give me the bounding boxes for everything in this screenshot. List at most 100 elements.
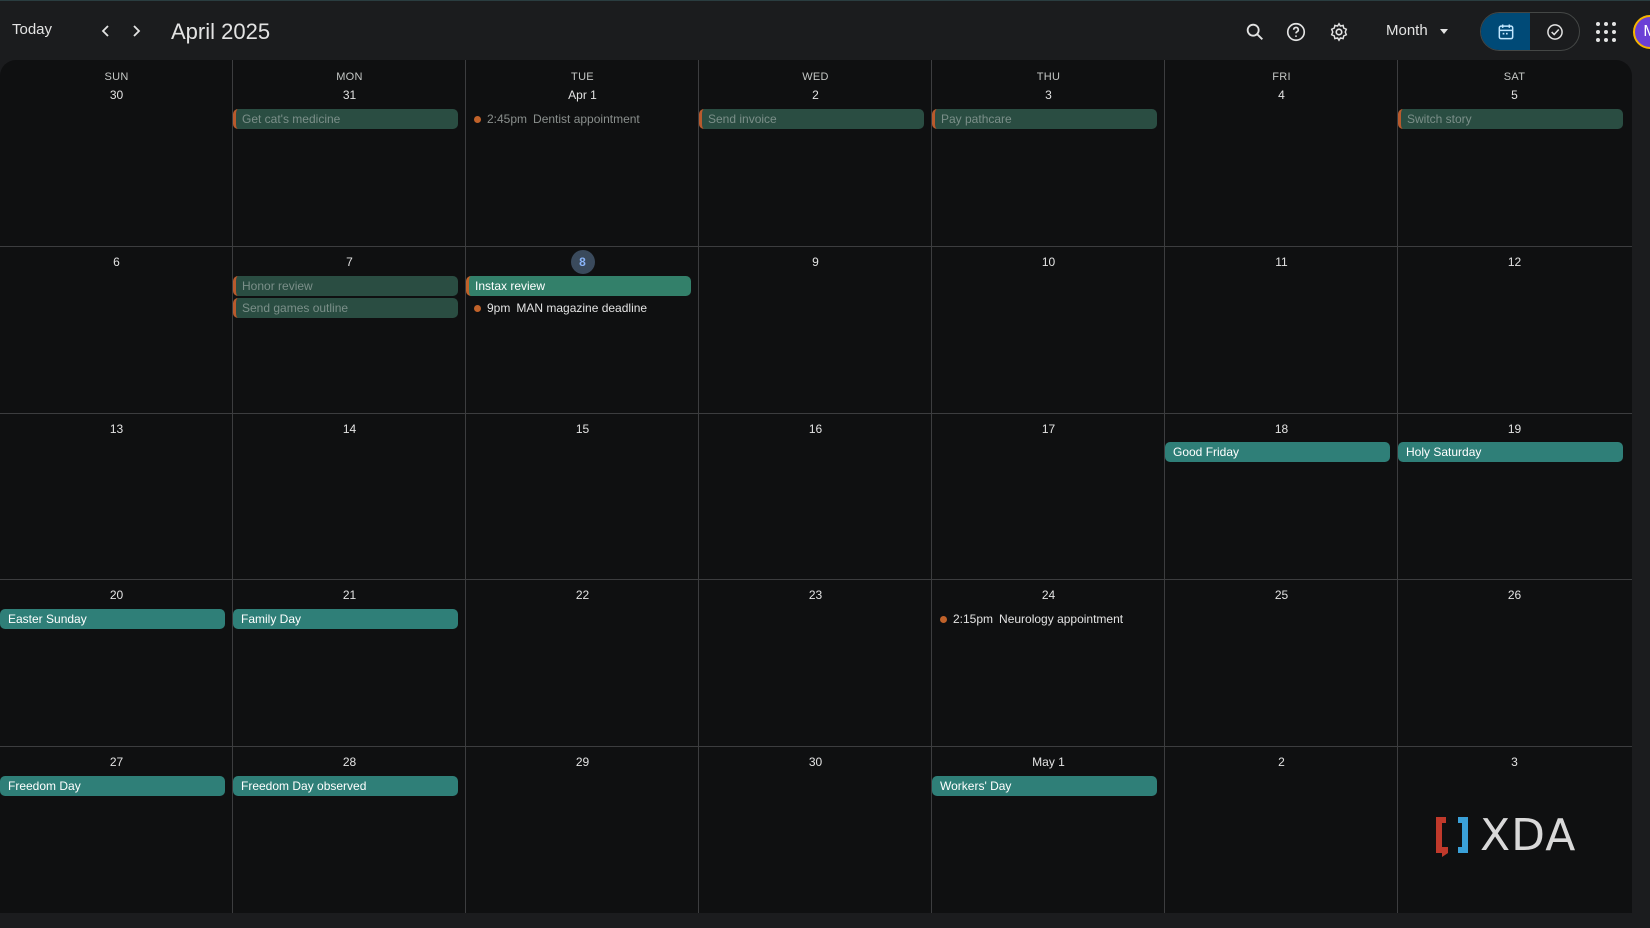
- chevron-left-icon: [101, 25, 109, 37]
- today-badge: 8: [570, 250, 595, 274]
- event-title: MAN magazine deadline: [516, 301, 648, 315]
- event-chip[interactable]: Send games outline: [233, 298, 458, 318]
- day-number[interactable]: 27: [0, 755, 233, 769]
- holiday-chip[interactable]: Workers' Day: [932, 776, 1157, 796]
- xda-bracket-icon: [1436, 816, 1468, 857]
- event-chip[interactable]: Switch story: [1398, 109, 1623, 129]
- calendar-view-toggle[interactable]: [1481, 13, 1530, 50]
- event-chip[interactable]: Pay pathcare: [932, 109, 1157, 129]
- day-number[interactable]: 19: [1398, 422, 1631, 436]
- chevron-right-icon: [133, 25, 141, 37]
- calendar-icon: [1498, 24, 1513, 39]
- day-number[interactable]: 13: [0, 422, 233, 436]
- holiday-chip[interactable]: Freedom Day: [0, 776, 225, 796]
- day-number[interactable]: 5: [1398, 88, 1631, 102]
- column-divider: [698, 60, 699, 913]
- event-time: 9pm: [487, 301, 511, 315]
- day-number[interactable]: 3: [932, 88, 1165, 102]
- timed-event[interactable]: 2:15pm Neurology appointment: [940, 609, 1123, 629]
- holiday-chip[interactable]: Holy Saturday: [1398, 442, 1623, 462]
- day-number[interactable]: 23: [699, 588, 932, 602]
- previous-month-button[interactable]: [92, 17, 120, 45]
- help-button[interactable]: [1281, 17, 1311, 47]
- gear-icon: [1330, 22, 1348, 42]
- day-number[interactable]: 22: [466, 588, 699, 602]
- holiday-chip[interactable]: Freedom Day observed: [233, 776, 458, 796]
- event-dot-icon: [474, 115, 481, 123]
- day-number[interactable]: May 1: [932, 755, 1165, 769]
- timed-event[interactable]: 2:45pm Dentist appointment: [474, 109, 640, 129]
- event-chip[interactable]: Honor review: [233, 276, 458, 296]
- month-grid: SUN MON TUE WED THU FRI SAT 30 31 Apr 1 …: [0, 60, 1632, 913]
- day-number[interactable]: 15: [466, 422, 699, 436]
- event-chip[interactable]: Send invoice: [699, 109, 924, 129]
- day-number[interactable]: 2: [699, 88, 932, 102]
- day-number[interactable]: 25: [1165, 588, 1398, 602]
- weekday-header-fri: FRI: [1272, 71, 1291, 83]
- settings-button[interactable]: [1324, 17, 1354, 47]
- day-number[interactable]: 20: [0, 588, 233, 602]
- event-time: 2:45pm: [487, 112, 528, 126]
- day-number[interactable]: 21: [233, 588, 466, 602]
- day-number[interactable]: 29: [466, 755, 699, 769]
- day-number[interactable]: 6: [0, 255, 233, 269]
- apps-grid-icon[interactable]: [1593, 19, 1617, 43]
- day-number[interactable]: 24: [932, 588, 1165, 602]
- event-title: Dentist appointment: [533, 112, 640, 126]
- day-number[interactable]: 17: [932, 422, 1165, 436]
- holiday-chip[interactable]: Easter Sunday: [0, 609, 225, 629]
- event-title: Neurology appointment: [999, 612, 1124, 626]
- event-dot-icon: [940, 615, 947, 623]
- weekday-header-sat: SAT: [1503, 71, 1526, 83]
- day-number[interactable]: 9: [699, 255, 932, 269]
- day-number[interactable]: 4: [1165, 88, 1398, 102]
- view-selector-dropdown[interactable]: Month: [1386, 22, 1448, 39]
- row-divider: [0, 746, 1632, 747]
- day-number[interactable]: 28: [233, 755, 466, 769]
- help-icon: [1286, 22, 1306, 42]
- weekday-header-thu: THU: [1036, 71, 1061, 83]
- event-chip[interactable]: Instax review: [466, 276, 691, 296]
- day-number[interactable]: 2: [1165, 755, 1398, 769]
- day-number[interactable]: 11: [1165, 255, 1398, 269]
- day-number[interactable]: 10: [932, 255, 1165, 269]
- check-circle-icon: [1546, 23, 1563, 40]
- event-chip[interactable]: Get cat's medicine: [233, 109, 458, 129]
- day-number[interactable]: Apr 1: [466, 88, 699, 102]
- day-number[interactable]: 31: [233, 88, 466, 102]
- day-number[interactable]: 3: [1398, 755, 1631, 769]
- avatar[interactable]: M: [1633, 15, 1650, 49]
- weekday-header-wed: WED: [802, 71, 829, 83]
- event-dot-icon: [474, 304, 481, 312]
- event-time: 2:15pm: [953, 612, 994, 626]
- today-button[interactable]: Today: [12, 21, 52, 38]
- xda-logo-text: XDA: [1480, 810, 1577, 861]
- day-number[interactable]: 16: [699, 422, 932, 436]
- day-number[interactable]: 30: [0, 88, 233, 102]
- holiday-chip[interactable]: Family Day: [233, 609, 458, 629]
- row-divider: [0, 579, 1632, 580]
- row-divider: [0, 413, 1632, 414]
- day-number[interactable]: 7: [233, 255, 466, 269]
- page-title: April 2025: [171, 19, 271, 44]
- holiday-chip[interactable]: Good Friday: [1165, 442, 1390, 462]
- today-day-number[interactable]: 8: [466, 250, 699, 274]
- day-number[interactable]: 18: [1165, 422, 1398, 436]
- column-divider: [465, 60, 466, 913]
- weekday-header-sun: SUN: [104, 71, 129, 83]
- weekday-header-tue: TUE: [571, 71, 594, 83]
- calendar-tasks-toggle: [1480, 12, 1580, 51]
- top-bar: Today April 2025 Month M: [0, 0, 1650, 60]
- caret-down-icon: [1439, 29, 1448, 34]
- timed-event[interactable]: 9pm MAN magazine deadline: [474, 298, 647, 318]
- search-button[interactable]: [1240, 17, 1270, 47]
- tasks-view-toggle[interactable]: [1530, 13, 1579, 50]
- xda-logo: XDA: [1432, 810, 1576, 861]
- day-number[interactable]: 26: [1398, 588, 1631, 602]
- next-month-button[interactable]: [122, 17, 150, 45]
- bottom-bar: [0, 913, 1650, 928]
- day-number[interactable]: 30: [699, 755, 932, 769]
- column-divider: [1397, 60, 1398, 913]
- day-number[interactable]: 12: [1398, 255, 1631, 269]
- day-number[interactable]: 14: [233, 422, 466, 436]
